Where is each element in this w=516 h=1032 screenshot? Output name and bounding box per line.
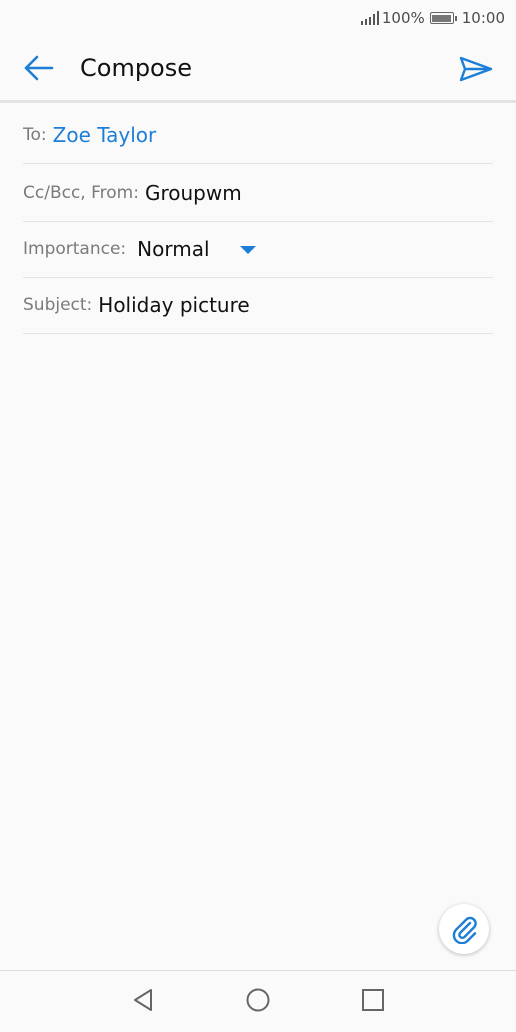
arrow-left-icon bbox=[24, 55, 54, 81]
status-bar: 100% 10:00 bbox=[0, 0, 516, 36]
nav-recents-button[interactable] bbox=[360, 987, 386, 1013]
back-triangle-icon bbox=[134, 989, 152, 1011]
dropdown-caret-icon[interactable] bbox=[239, 246, 256, 254]
battery-icon bbox=[429, 12, 457, 24]
system-nav-bar bbox=[0, 970, 516, 1032]
clock: 10:00 bbox=[461, 9, 505, 27]
recents-square-icon bbox=[362, 989, 384, 1011]
ccbcc-from-label: Cc/Bcc, From: bbox=[23, 183, 139, 203]
attach-button[interactable] bbox=[439, 904, 489, 954]
app-bar-divider bbox=[0, 100, 516, 103]
page-title: Compose bbox=[80, 54, 193, 82]
send-icon bbox=[459, 56, 493, 82]
nav-back-button[interactable] bbox=[130, 987, 156, 1013]
importance-field[interactable]: Importance: Normal bbox=[23, 221, 493, 278]
app-bar: Compose bbox=[0, 36, 516, 100]
message-body[interactable] bbox=[23, 345, 493, 885]
back-button[interactable] bbox=[22, 53, 56, 83]
signal-icon bbox=[360, 11, 379, 25]
nav-home-button[interactable] bbox=[245, 987, 271, 1013]
subject-field[interactable]: Subject: Holiday picture bbox=[23, 277, 493, 334]
subject-label: Subject: bbox=[23, 295, 93, 315]
paperclip-icon bbox=[452, 916, 477, 944]
battery-percent: 100% bbox=[381, 9, 425, 27]
importance-value[interactable]: Normal bbox=[137, 237, 209, 261]
from-account: Groupwm bbox=[144, 181, 242, 205]
ccbcc-from-field[interactable]: Cc/Bcc, From: Groupwm bbox=[23, 165, 493, 222]
to-recipient[interactable]: Zoe Taylor bbox=[53, 123, 157, 147]
importance-label: Importance: bbox=[23, 239, 127, 259]
send-button[interactable] bbox=[458, 55, 494, 83]
subject-input[interactable]: Holiday picture bbox=[98, 293, 249, 317]
to-field[interactable]: To: Zoe Taylor bbox=[23, 107, 493, 164]
home-circle-icon bbox=[246, 988, 270, 1012]
to-label: To: bbox=[23, 125, 47, 145]
